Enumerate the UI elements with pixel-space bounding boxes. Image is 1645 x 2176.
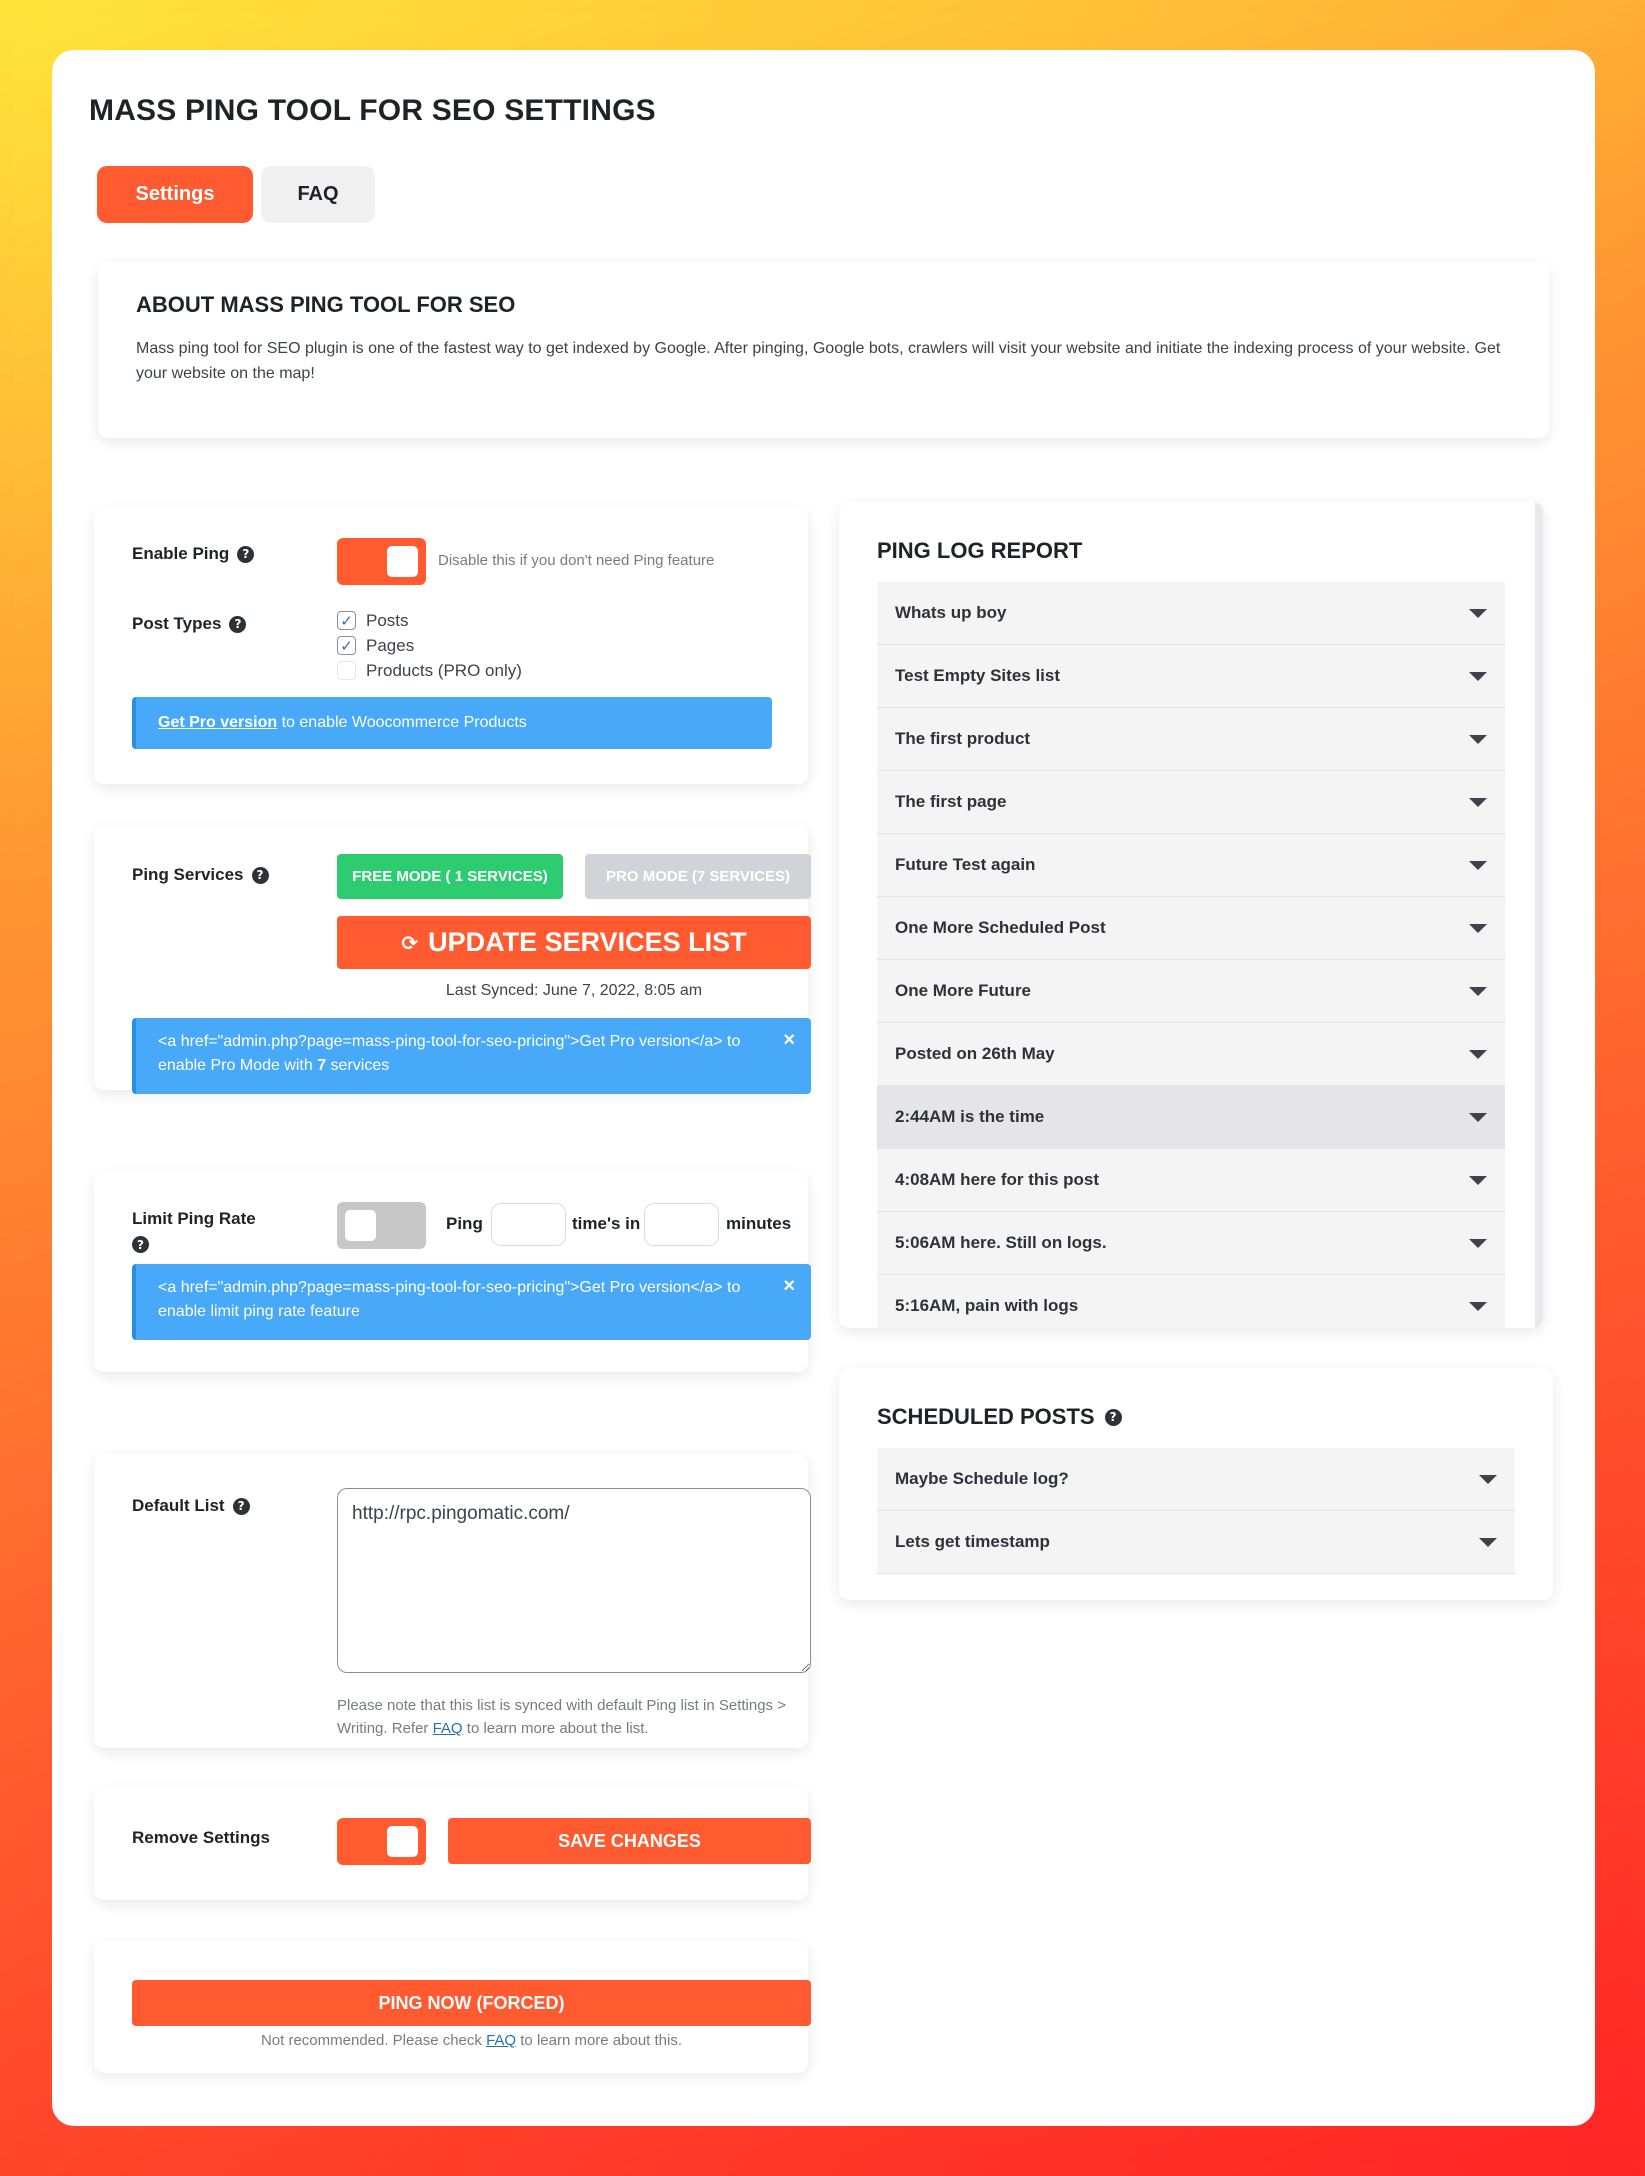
caret-down-icon [1469,986,1487,996]
default-list-note: Please note that this list is synced wit… [337,1697,786,1737]
scheduled-posts-card: SCHEDULED POSTS ? Maybe Schedule log? Le… [839,1368,1553,1600]
caret-down-icon [1469,608,1487,618]
enable-ping-label: Enable Ping ? [132,544,255,564]
log-item[interactable]: 5:16AM, pain with logs [877,1275,1505,1328]
log-item[interactable]: Posted on 26th May [877,1023,1505,1086]
refresh-icon: ⟳ [401,930,419,955]
ping-times-input[interactable] [491,1203,566,1246]
times-in-label: time's in [572,1214,641,1233]
products-checkbox [337,661,356,680]
woocommerce-pro-notice: Get Pro version to enable Woocommerce Pr… [132,697,772,749]
ping-count-label: Ping [446,1214,483,1233]
ping-services-label: Ping Services ? [132,865,269,885]
posts-checkbox[interactable]: ✓ [337,611,356,630]
ping-settings-card: Enable Ping ? Disable this if you don't … [94,508,808,784]
close-icon[interactable]: × [783,1274,795,1298]
caret-down-icon [1469,734,1487,744]
free-mode-button[interactable]: FREE MODE ( 1 SERVICES) [337,854,563,899]
scheduled-posts-list: Maybe Schedule log? Lets get timestamp [877,1448,1515,1574]
pages-checkbox[interactable]: ✓ [337,636,356,655]
remove-settings-card: Remove Settings SAVE CHANGES [94,1788,811,1900]
limit-ping-rate-label: Limit Ping Rate ? [132,1209,256,1253]
update-services-button[interactable]: ⟳ UPDATE SERVICES LIST [337,916,811,969]
log-item[interactable]: One More Future [877,960,1505,1023]
caret-down-icon [1469,1238,1487,1248]
default-list-label: Default List ? [132,1496,250,1516]
about-title: ABOUT MASS PING TOOL FOR SEO [136,292,516,317]
log-item[interactable]: The first page [877,771,1505,834]
caret-down-icon [1469,1112,1487,1122]
ping-now-note: Not recommended. Please check FAQ to lea… [260,2032,683,2049]
help-icon[interactable]: ? [132,1236,149,1253]
pro-mode-button[interactable]: PRO MODE (7 SERVICES) [585,854,811,899]
minutes-label: minutes [726,1214,792,1233]
ping-log-title: PING LOG REPORT [877,538,1083,563]
log-item[interactable]: The first product [877,708,1505,771]
log-item[interactable]: Test Empty Sites list [877,645,1505,708]
faq-link[interactable]: FAQ [486,2032,516,2049]
help-icon[interactable]: ? [237,545,255,563]
save-changes-button[interactable]: SAVE CHANGES [448,1818,811,1864]
tab-faq[interactable]: FAQ [261,166,375,223]
help-icon[interactable]: ? [251,866,269,884]
pro-mode-notice: <a href="admin.php?page=mass-ping-tool-f… [132,1018,811,1094]
help-icon[interactable]: ? [232,1497,250,1515]
limit-ping-rate-card: Limit Ping Rate ? Ping time's in minutes… [94,1172,811,1372]
caret-down-icon [1469,671,1487,681]
caret-down-icon [1469,797,1487,807]
log-item[interactable]: 5:06AM here. Still on logs. [877,1212,1505,1275]
ping-log-list: Whats up boy Test Empty Sites list The f… [877,582,1505,1328]
ping-now-button[interactable]: PING NOW (FORCED) [132,1980,811,2026]
last-synced-text: Last Synced: June 7, 2022, 8:05 am [445,982,703,999]
post-type-posts[interactable]: ✓ Posts [337,608,522,633]
caret-down-icon [1469,1301,1487,1311]
caret-down-icon [1479,1537,1497,1547]
enable-ping-hint: Disable this if you don't need Ping feat… [438,552,715,569]
post-type-pages[interactable]: ✓ Pages [337,633,522,658]
caret-down-icon [1479,1474,1497,1484]
default-list-card: Default List ? http://rpc.pingomatic.com… [94,1454,811,1748]
caret-down-icon [1469,923,1487,933]
help-icon[interactable]: ? [229,615,247,633]
ping-log-card: PING LOG REPORT Whats up boy Test Empty … [839,502,1543,1328]
about-card: ABOUT MASS PING TOOL FOR SEO Mass ping t… [98,262,1549,438]
ping-minutes-input[interactable] [644,1203,719,1246]
close-icon[interactable]: × [783,1028,795,1052]
log-item[interactable]: Whats up boy [877,582,1505,645]
limit-rate-pro-notice: <a href="admin.php?page=mass-ping-tool-f… [132,1264,811,1340]
ping-services-card: Ping Services ? FREE MODE ( 1 SERVICES) … [94,825,811,1094]
log-item[interactable]: Future Test again [877,834,1505,897]
post-types-options: ✓ Posts ✓ Pages Products (PRO only) [337,608,522,683]
default-list-textarea[interactable]: http://rpc.pingomatic.com/ [337,1488,811,1673]
remove-settings-toggle[interactable] [337,1818,426,1865]
ping-now-card: PING NOW (FORCED) Not recommended. Pleas… [94,1941,811,2073]
caret-down-icon [1469,860,1487,870]
caret-down-icon [1469,1175,1487,1185]
enable-ping-toggle[interactable] [337,538,426,585]
page-title: MASS PING TOOL FOR SEO SETTINGS [89,94,656,127]
log-item[interactable]: 4:08AM here for this post [877,1149,1505,1212]
limit-ping-rate-toggle[interactable] [337,1202,426,1249]
caret-down-icon [1469,1049,1487,1059]
about-text: Mass ping tool for SEO plugin is one of … [136,340,1501,382]
tab-settings[interactable]: Settings [97,166,253,223]
settings-panel: MASS PING TOOL FOR SEO SETTINGS Settings… [52,50,1595,2126]
scheduled-item[interactable]: Lets get timestamp [877,1511,1515,1574]
help-icon[interactable]: ? [1104,1408,1122,1426]
faq-link[interactable]: FAQ [433,1720,463,1737]
post-type-products: Products (PRO only) [337,658,522,683]
scheduled-posts-title: SCHEDULED POSTS ? [877,1404,1122,1430]
get-pro-link[interactable]: Get Pro version [158,711,277,735]
post-types-label: Post Types ? [132,614,247,634]
ping-log-scrollbar[interactable] [1535,502,1543,1328]
scheduled-item[interactable]: Maybe Schedule log? [877,1448,1515,1511]
remove-settings-label: Remove Settings [132,1828,270,1847]
log-item[interactable]: One More Scheduled Post [877,897,1505,960]
log-item-active[interactable]: 2:44AM is the time [877,1086,1505,1149]
